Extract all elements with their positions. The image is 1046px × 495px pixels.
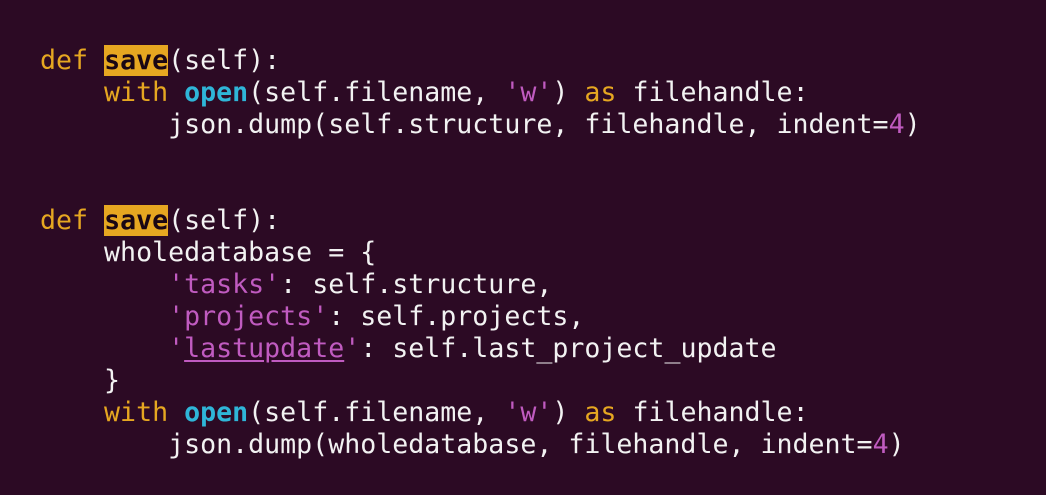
code-text: (self): (168, 205, 281, 236)
keyword-token: with (104, 77, 169, 108)
number-token: 4 (888, 109, 905, 140)
keyword-token: as (584, 77, 617, 108)
string-token: ' (344, 333, 361, 364)
builtin-token: open (184, 397, 249, 428)
code-text: json.dump(self.structure, filehandle, in… (40, 109, 889, 140)
code-text: : self.projects, (328, 301, 585, 332)
string-token: 'tasks' (168, 269, 281, 300)
code-editor[interactable]: def save(self): with open(self.filename,… (40, 45, 921, 461)
keyword-token: def (40, 45, 89, 76)
code-text: : self.structure, (280, 269, 553, 300)
string-token: lastupdate (184, 333, 345, 364)
search-match-highlight: save (104, 205, 169, 236)
code-text: json.dump(wholedatabase, filehandle, ind… (40, 429, 873, 460)
code-text: ) (888, 429, 905, 460)
code-text: (self): (168, 45, 281, 76)
code-text: ) (904, 109, 921, 140)
code-line[interactable]: 'projects': self.projects, (40, 301, 921, 333)
code-line[interactable]: json.dump(self.structure, filehandle, in… (40, 109, 921, 141)
code-text: filehandle: (616, 77, 809, 108)
code-line[interactable] (40, 141, 921, 173)
builtin-token: open (184, 77, 249, 108)
number-token: 4 (872, 429, 889, 460)
code-text: : self.last_project_update (360, 333, 777, 364)
search-match-highlight: save (104, 45, 169, 76)
code-text: } (40, 365, 121, 396)
code-line[interactable]: wholedatabase = { (40, 237, 921, 269)
code-line[interactable]: json.dump(wholedatabase, filehandle, ind… (40, 429, 921, 461)
keyword-token: def (40, 205, 89, 236)
code-line[interactable]: with open(self.filename, 'w') as filehan… (40, 77, 921, 109)
code-line[interactable]: def save(self): (40, 205, 921, 237)
code-text: (self.filename, (248, 77, 505, 108)
keyword-token: as (584, 397, 617, 428)
code-text: filehandle: (616, 397, 809, 428)
keyword-token: with (104, 397, 169, 428)
code-line[interactable] (40, 173, 921, 205)
string-token: 'w' (504, 77, 553, 108)
code-line[interactable]: 'lastupdate': self.last_project_update (40, 333, 921, 365)
string-token: 'w' (504, 397, 553, 428)
code-line[interactable]: } (40, 365, 921, 397)
code-line[interactable]: def save(self): (40, 45, 921, 77)
code-text: (self.filename, (248, 397, 505, 428)
string-token: ' (168, 333, 185, 364)
code-line[interactable]: 'tasks': self.structure, (40, 269, 921, 301)
code-line[interactable]: with open(self.filename, 'w') as filehan… (40, 397, 921, 429)
code-text: ) (552, 397, 585, 428)
string-token: 'projects' (168, 301, 329, 332)
code-text: wholedatabase = { (40, 237, 377, 268)
code-text: ) (552, 77, 585, 108)
